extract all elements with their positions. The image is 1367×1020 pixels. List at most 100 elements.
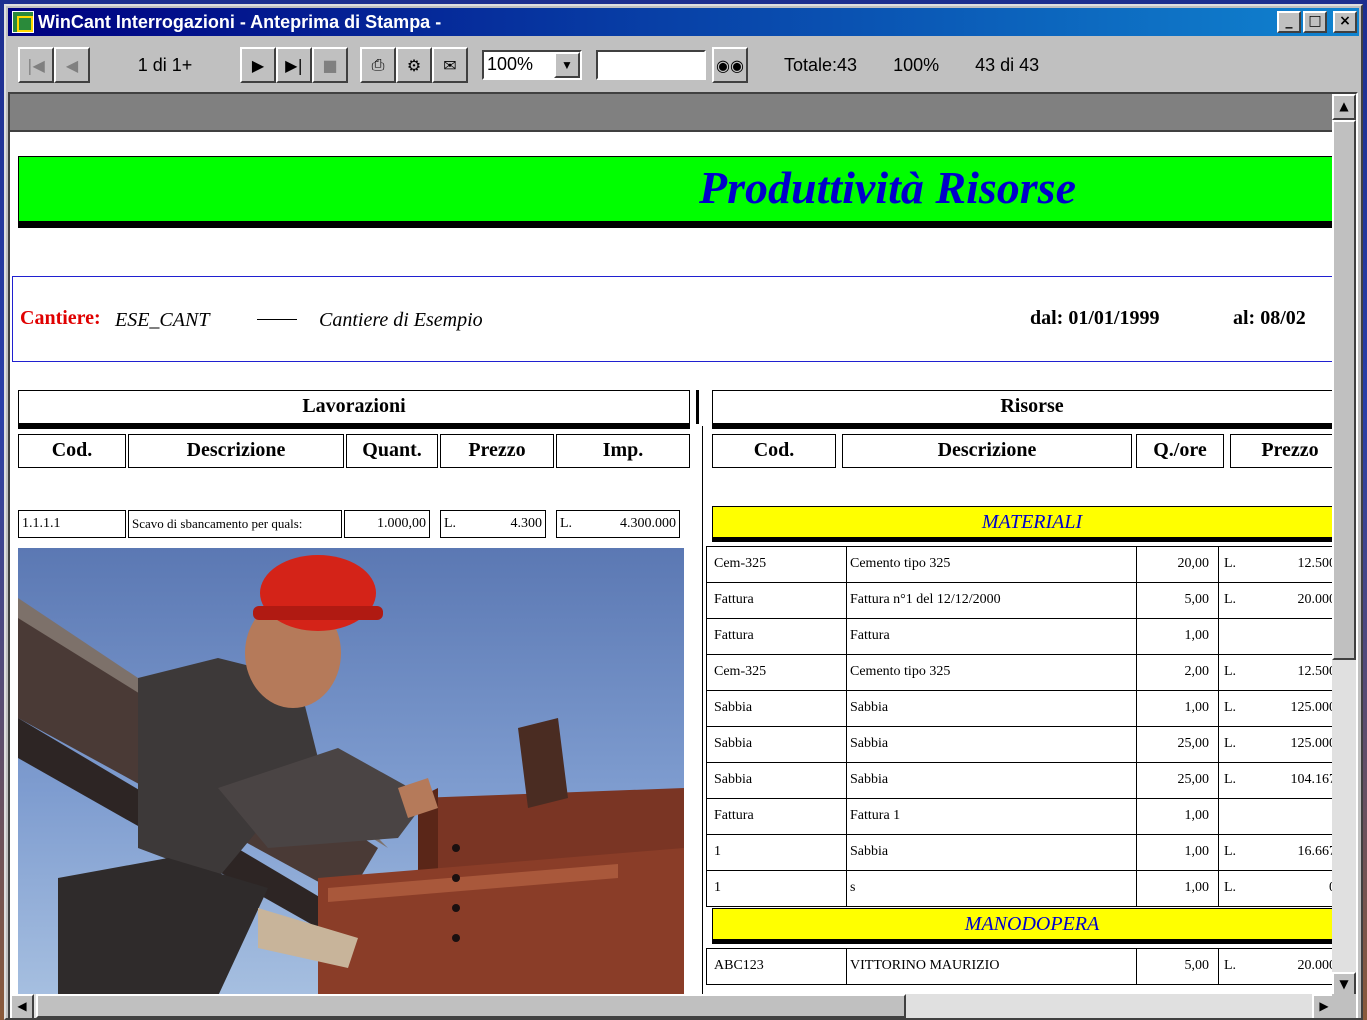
title-bar[interactable]: WinCant Interrogazioni - Anteprima di St… — [8, 8, 1359, 36]
find-button[interactable]: ◉◉ — [712, 47, 748, 83]
resource-qty: 2,00 — [1184, 664, 1210, 679]
cell-border — [846, 949, 847, 985]
cell-border — [1136, 727, 1137, 763]
resource-cod: Cem-325 — [714, 556, 767, 571]
close-button[interactable]: × — [1333, 11, 1357, 33]
first-page-button[interactable]: |◀ — [18, 47, 54, 83]
chevron-down-icon[interactable]: ▼ — [554, 52, 580, 78]
cell-border — [706, 619, 707, 655]
cell-border — [846, 583, 847, 619]
resource-desc: Sabbia — [850, 700, 889, 715]
cell-border — [706, 583, 707, 619]
resource-qty: 1,00 — [1184, 700, 1210, 715]
resource-qty: 1,00 — [1184, 844, 1210, 859]
vertical-scroll-thumb[interactable] — [1332, 120, 1356, 660]
resource-desc: Sabbia — [850, 844, 889, 859]
report-page: Produttività Risorse Cantiere: ESE_CANT … — [10, 134, 1336, 996]
resource-cod: ABC123 — [714, 958, 764, 973]
resource-desc: VITTORINO MAURIZIO — [850, 958, 1000, 973]
cell-border — [706, 871, 707, 907]
resource-cod: 1 — [714, 880, 721, 895]
resource-currency: L. — [1224, 556, 1237, 571]
arrow-up-icon: ▲ — [1339, 99, 1349, 113]
cell-border — [846, 691, 847, 727]
resource-currency: L. — [1224, 700, 1237, 715]
maximize-button[interactable]: □ — [1303, 11, 1327, 33]
resource-qty: 1,00 — [1184, 880, 1210, 895]
cell-border — [706, 799, 707, 835]
cell-border — [1218, 871, 1219, 907]
zoom-select[interactable]: 100% ▼ — [482, 50, 582, 80]
resource-price: 12.500 — [1297, 556, 1337, 571]
cell-border — [1218, 619, 1219, 655]
vertical-scrollbar[interactable]: ▲ ▼ — [1332, 94, 1356, 998]
lav-cod: 1.1.1.1 — [18, 510, 126, 538]
resource-row: 1 Sabbia 1,00 L. 16.667 — [706, 835, 1336, 871]
col-cod: Cod. — [18, 434, 126, 468]
binoculars-icon: ◉◉ — [716, 55, 744, 75]
resource-row: Sabbia Sabbia 1,00 L. 125.000 — [706, 691, 1336, 727]
resource-desc: Fattura 1 — [850, 808, 901, 823]
cell-border — [846, 547, 847, 583]
app-icon[interactable] — [12, 11, 34, 33]
cell-border — [846, 619, 847, 655]
resource-desc: Sabbia — [850, 736, 889, 751]
cell-border — [1136, 655, 1137, 691]
cell-border — [1218, 655, 1219, 691]
resource-qty: 20,00 — [1177, 556, 1210, 571]
cell-border — [1218, 691, 1219, 727]
resource-currency: L. — [1224, 880, 1237, 895]
cantiere-description: Cantiere di Esempio — [319, 309, 483, 331]
total-count: Totale:43 — [784, 54, 858, 75]
currency: L. — [444, 516, 457, 531]
horizontal-scroll-thumb[interactable] — [36, 994, 906, 1018]
col-r-qore: Q./ore — [1136, 434, 1224, 468]
page-gutter — [10, 94, 1332, 132]
resource-price — [1246, 619, 1336, 655]
minimize-button[interactable]: _ — [1277, 11, 1301, 33]
worker-photo — [18, 548, 684, 996]
resource-qty: 5,00 — [1184, 592, 1210, 607]
cell-border — [706, 727, 707, 763]
amount: 4.300 — [510, 516, 543, 531]
cell-border — [846, 763, 847, 799]
cell-border — [1136, 799, 1137, 835]
next-page-button[interactable]: ▶ — [240, 47, 276, 83]
export-button[interactable]: ✉ — [432, 47, 468, 83]
horizontal-scrollbar[interactable]: ◀ ▶ — [10, 994, 1336, 1018]
last-page-button[interactable]: ▶| — [276, 47, 312, 83]
lav-imp: L. 4.300.000 — [556, 510, 680, 538]
resource-price: 20.000 — [1297, 592, 1337, 607]
cell-border — [1136, 949, 1137, 985]
scroll-left-button[interactable]: ◀ — [10, 994, 34, 1018]
stop-button[interactable]: ■ — [312, 47, 348, 83]
resource-desc: Cemento tipo 325 — [850, 556, 951, 571]
scroll-up-button[interactable]: ▲ — [1332, 94, 1356, 120]
col-descrizione: Descrizione — [128, 434, 344, 468]
cell-border — [1218, 835, 1219, 871]
resource-row: Cem-325 Cemento tipo 325 20,00 L. 12.500 — [706, 547, 1336, 583]
prev-page-button[interactable]: ◀ — [54, 47, 90, 83]
first-page-icon: |◀ — [27, 55, 45, 75]
print-button[interactable]: ⎙ — [360, 47, 396, 83]
resource-price: 12.500 — [1297, 664, 1337, 679]
date-to: al: 08/02 — [1233, 307, 1306, 329]
site-info-box: Cantiere: ESE_CANT Cantiere di Esempio d… — [12, 276, 1336, 362]
search-input[interactable] — [596, 50, 706, 80]
resource-cod: 1 — [714, 844, 721, 859]
resource-desc: s — [850, 880, 856, 895]
section-vertical-line — [702, 426, 703, 996]
lav-prezzo: L. 4.300 — [440, 510, 546, 538]
cell-border — [1136, 583, 1137, 619]
resource-row: Sabbia Sabbia 25,00 L. 104.167 — [706, 763, 1336, 799]
arrow-right-icon: ▶ — [1319, 999, 1329, 1013]
scrollbar-corner — [1332, 994, 1356, 1018]
cell-border — [846, 835, 847, 871]
resource-price: 104.167 — [1290, 772, 1337, 787]
col-r-descrizione: Descrizione — [842, 434, 1132, 468]
resource-cod: Fattura — [714, 592, 754, 607]
print-setup-button[interactable]: ⚙ — [396, 47, 432, 83]
cell-border — [1218, 799, 1219, 835]
resource-qty: 25,00 — [1177, 736, 1210, 751]
resource-qty: 5,00 — [1184, 958, 1210, 973]
